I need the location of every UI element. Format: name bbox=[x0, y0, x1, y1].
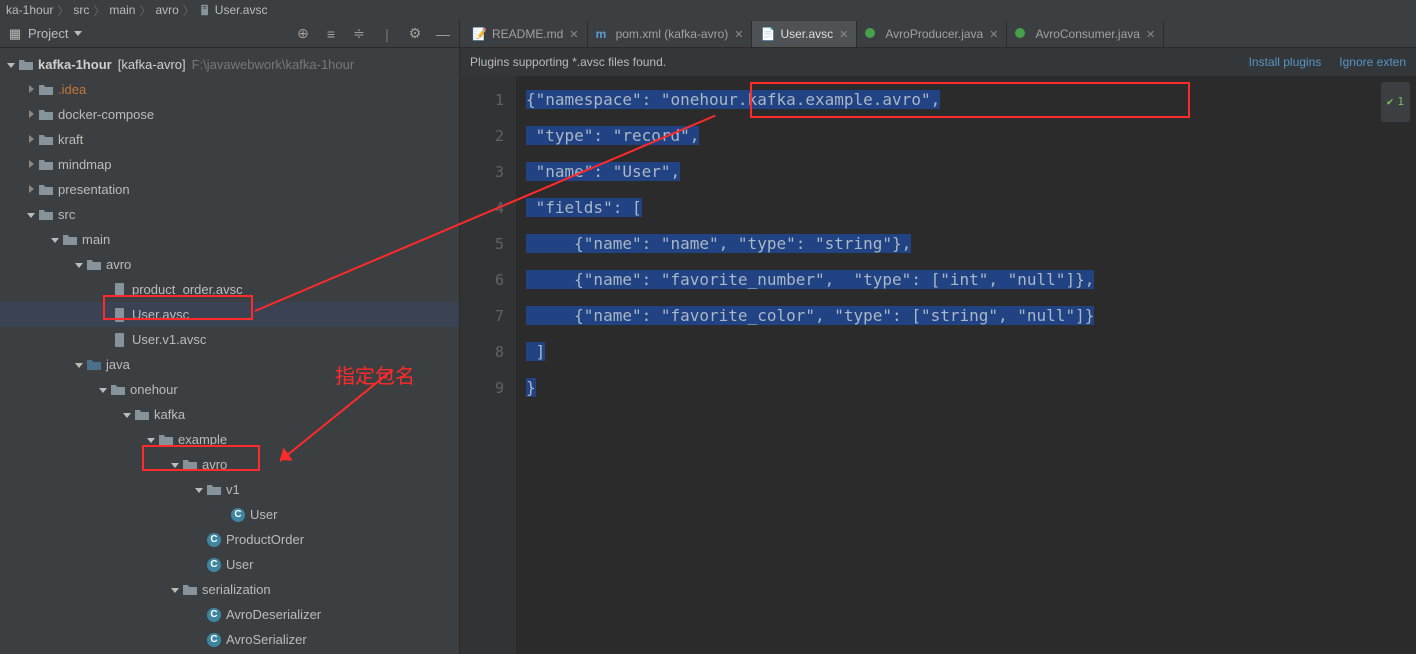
folder-icon bbox=[86, 357, 102, 373]
tree-example[interactable]: example bbox=[0, 427, 459, 452]
tree-onehour[interactable]: onehour bbox=[0, 377, 459, 402]
tree-kafka[interactable]: kafka bbox=[0, 402, 459, 427]
expand-all-icon[interactable]: ≡ bbox=[323, 26, 339, 42]
gutter: 123456789 bbox=[460, 76, 516, 654]
folder-icon bbox=[38, 132, 54, 148]
code-line-9: } bbox=[526, 378, 536, 397]
tree-presentation[interactable]: presentation bbox=[0, 177, 459, 202]
folder-icon bbox=[38, 107, 54, 123]
tree-src[interactable]: src bbox=[0, 202, 459, 227]
sidebar-title[interactable]: Project bbox=[28, 26, 68, 41]
package-icon bbox=[158, 432, 174, 448]
hide-icon[interactable]: — bbox=[435, 26, 451, 42]
tree-v1[interactable]: v1 bbox=[0, 477, 459, 502]
project-tree[interactable]: kafka-1hour [kafka-avro] F:\javawebwork\… bbox=[0, 48, 459, 654]
tab-producer[interactable]: AvroProducer.java✕ bbox=[857, 21, 1007, 47]
file-icon: 📄 bbox=[760, 27, 774, 41]
folder-icon bbox=[18, 57, 34, 73]
plugin-notification: Plugins supporting *.avsc files found. I… bbox=[460, 48, 1416, 76]
tree-kraft[interactable]: kraft bbox=[0, 127, 459, 152]
editor-tabs: 📝README.md✕ mpom.xml (kafka-avro)✕ 📄User… bbox=[460, 20, 1416, 48]
folder-icon bbox=[86, 257, 102, 273]
close-icon[interactable]: ✕ bbox=[989, 28, 998, 41]
tree-root[interactable]: kafka-1hour [kafka-avro] F:\javawebwork\… bbox=[0, 52, 459, 77]
code-line-1: {"namespace": "onehour.kafka.example.avr… bbox=[526, 90, 940, 109]
folder-icon bbox=[38, 82, 54, 98]
tree-file-user-avsc[interactable]: User.avsc bbox=[0, 302, 459, 327]
code-editor[interactable]: 123456789 {"namespace": "onehour.kafka.e… bbox=[460, 76, 1416, 654]
class-icon: C bbox=[206, 607, 222, 623]
bc-3[interactable]: avro bbox=[155, 3, 178, 17]
code-line-4: "fields": [ bbox=[526, 198, 642, 217]
package-icon bbox=[182, 457, 198, 473]
tree-avro-pkg[interactable]: avro bbox=[0, 452, 459, 477]
tree-main[interactable]: main bbox=[0, 227, 459, 252]
tree-class-deser[interactable]: CAvroDeserializer bbox=[0, 602, 459, 627]
run-gutter-icon bbox=[865, 28, 875, 38]
maven-icon: m bbox=[596, 27, 610, 41]
install-plugins-link[interactable]: Install plugins bbox=[1249, 55, 1322, 69]
package-icon bbox=[206, 482, 222, 498]
notice-text: Plugins supporting *.avsc files found. bbox=[470, 55, 666, 69]
code-line-5: {"name": "name", "type": "string"}, bbox=[526, 234, 911, 253]
tree-file-product-order[interactable]: product_order.avsc bbox=[0, 277, 459, 302]
collapse-all-icon[interactable]: ≑ bbox=[351, 26, 367, 42]
bc-0[interactable]: ka-1hour bbox=[6, 3, 53, 17]
tree-java[interactable]: java bbox=[0, 352, 459, 377]
tree-class-product[interactable]: CProductOrder bbox=[0, 527, 459, 552]
folder-icon bbox=[38, 207, 54, 223]
select-opened-file-icon[interactable]: ⊕ bbox=[295, 26, 311, 42]
code-line-2: "type": "record", bbox=[526, 126, 699, 145]
project-icon: ▦ bbox=[8, 27, 22, 41]
close-icon[interactable]: ✕ bbox=[569, 28, 578, 41]
tree-serialization[interactable]: serialization bbox=[0, 577, 459, 602]
tree-mindmap[interactable]: mindmap bbox=[0, 152, 459, 177]
tab-readme[interactable]: 📝README.md✕ bbox=[464, 21, 588, 47]
inspection-widget[interactable]: ✔ 1 bbox=[1381, 82, 1410, 122]
bc-2[interactable]: main bbox=[109, 3, 135, 17]
file-icon bbox=[112, 332, 128, 348]
project-sidebar: ▦ Project ⊕ ≡ ≑ | ⚙ — kafka-1hour [kafka… bbox=[0, 20, 460, 654]
class-icon: C bbox=[230, 507, 246, 523]
folder-icon bbox=[38, 157, 54, 173]
tree-avro[interactable]: avro bbox=[0, 252, 459, 277]
gear-icon[interactable]: ⚙ bbox=[407, 26, 423, 42]
file-icon bbox=[112, 282, 128, 298]
tab-consumer[interactable]: AvroConsumer.java✕ bbox=[1007, 21, 1164, 47]
tree-file-user-v1[interactable]: User.v1.avsc bbox=[0, 327, 459, 352]
code-line-7: {"name": "favorite_color", "type": ["str… bbox=[526, 306, 1094, 325]
tree-class-user[interactable]: CUser bbox=[0, 552, 459, 577]
tree-idea[interactable]: .idea bbox=[0, 77, 459, 102]
folder-icon bbox=[62, 232, 78, 248]
code-line-8: ] bbox=[526, 342, 545, 361]
tree-docker[interactable]: docker-compose bbox=[0, 102, 459, 127]
code-content[interactable]: {"namespace": "onehour.kafka.example.avr… bbox=[516, 76, 1416, 654]
bc-1[interactable]: src bbox=[73, 3, 89, 17]
close-icon[interactable]: ✕ bbox=[839, 28, 848, 41]
chevron-down-icon[interactable] bbox=[74, 31, 82, 36]
tree-class-user-v1[interactable]: CUser bbox=[0, 502, 459, 527]
package-icon bbox=[110, 382, 126, 398]
sidebar-header: ▦ Project ⊕ ≡ ≑ | ⚙ — bbox=[0, 20, 459, 48]
folder-icon bbox=[38, 182, 54, 198]
close-icon[interactable]: ✕ bbox=[734, 28, 743, 41]
ignore-extension-link[interactable]: Ignore exten bbox=[1339, 55, 1406, 69]
tab-user-avsc[interactable]: 📄User.avsc✕ bbox=[752, 21, 857, 47]
package-icon bbox=[134, 407, 150, 423]
code-line-3: "name": "User", bbox=[526, 162, 680, 181]
run-gutter-icon bbox=[1015, 28, 1025, 38]
package-icon bbox=[182, 582, 198, 598]
class-icon: C bbox=[206, 557, 222, 573]
class-icon: C bbox=[206, 532, 222, 548]
tab-pom[interactable]: mpom.xml (kafka-avro)✕ bbox=[588, 21, 753, 47]
tree-class-ser[interactable]: CAvroSerializer bbox=[0, 627, 459, 652]
close-icon[interactable]: ✕ bbox=[1146, 28, 1155, 41]
bc-file[interactable]: User.avsc bbox=[199, 3, 268, 17]
class-icon: C bbox=[206, 632, 222, 648]
editor-panel: 📝README.md✕ mpom.xml (kafka-avro)✕ 📄User… bbox=[460, 20, 1416, 654]
markdown-icon: 📝 bbox=[472, 27, 486, 41]
breadcrumb-bar: ka-1hour〉 src〉 main〉 avro〉 User.avsc bbox=[0, 0, 1416, 20]
code-line-6: {"name": "favorite_number", "type": ["in… bbox=[526, 270, 1094, 289]
file-icon bbox=[112, 307, 128, 323]
